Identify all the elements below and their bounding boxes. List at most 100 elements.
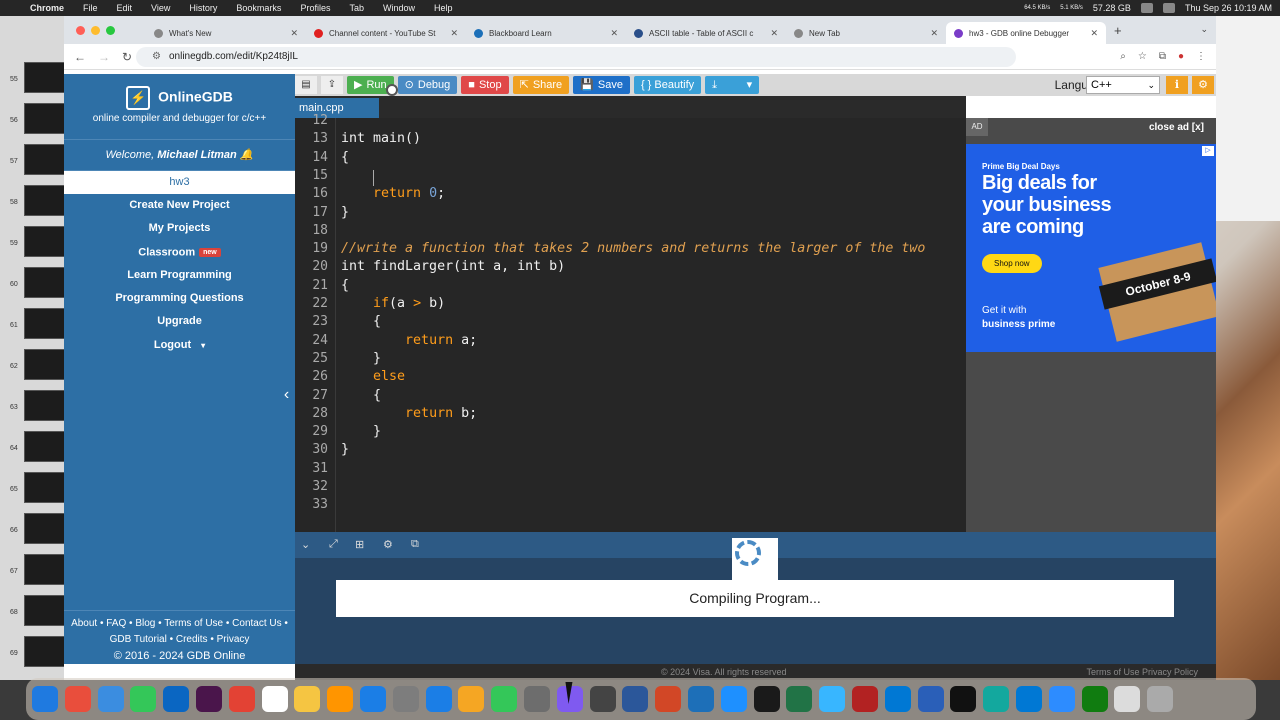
gdb-logo[interactable]: ⚡ OnlineGDB online compiler and debugger … <box>64 74 295 140</box>
sidebar-item-upgrade[interactable]: Upgrade <box>64 310 295 333</box>
site-info-icon[interactable]: ⚙ <box>152 51 161 62</box>
close-tab-icon[interactable]: ✕ <box>450 28 458 39</box>
collapse-console-icon[interactable]: ⌄ <box>301 538 310 551</box>
dock-app-icon[interactable] <box>458 686 485 712</box>
sidebar-item-create-new-project[interactable]: Create New Project <box>64 194 295 217</box>
beautify-button[interactable]: { } Beautify <box>633 76 702 94</box>
extensions-icon[interactable]: ⧉ <box>1159 51 1166 62</box>
settings-gear-icon[interactable]: ⚙ <box>1192 76 1214 94</box>
bell-icon[interactable]: 🔔 <box>240 149 254 161</box>
dock-app-icon[interactable] <box>1081 686 1108 712</box>
dock-app-icon[interactable] <box>425 686 452 712</box>
zoom-window-icon[interactable] <box>106 25 115 35</box>
zoom-icon[interactable]: ⌕ <box>1120 51 1126 62</box>
browser-tab[interactable]: ASCII table - Table of ASCII c ✕ <box>626 22 786 44</box>
footer-links-2[interactable]: GDB Tutorial • Credits • Privacy <box>64 632 295 648</box>
browser-tab[interactable]: Blackboard Learn ✕ <box>466 22 626 44</box>
download-button[interactable]: ⤓ ▾ <box>705 76 760 94</box>
footer-links-1[interactable]: About • FAQ • Blog • Terms of Use • Cont… <box>64 616 295 632</box>
upload-icon[interactable]: ⇪ <box>321 76 343 94</box>
dock-app-icon[interactable] <box>1015 686 1042 712</box>
dock-app-icon[interactable] <box>1147 686 1174 712</box>
expand-icon[interactable]: ⤢ <box>329 538 338 551</box>
menu-history[interactable]: History <box>189 3 217 13</box>
ad-banner[interactable]: ▷ Prime Big Deal Days Big deals for your… <box>966 144 1216 352</box>
dock-app-icon[interactable] <box>523 686 550 712</box>
app-menus[interactable]: Chrome File Edit View History Bookmarks Profil… <box>0 3 472 13</box>
url-input[interactable]: ⚙ onlinegdb.com/edit/Kp24t8jIL <box>136 46 1016 67</box>
share-button[interactable]: ⇱ Share <box>512 76 570 94</box>
menu-bookmarks[interactable]: Bookmarks <box>236 3 281 13</box>
copy-icon[interactable]: ⧉ <box>411 538 419 551</box>
datetime[interactable]: Thu Sep 26 10:19 AM <box>1185 3 1272 13</box>
close-tab-icon[interactable]: ✕ <box>610 28 618 39</box>
project-name[interactable]: hw3 <box>64 171 295 194</box>
code-editor[interactable]: 12 13 14 15 16 17 18 19 20 21 22 23 24 25 26 27 28 29 30 31… <box>295 113 966 532</box>
menu-tab[interactable]: Tab <box>349 3 364 13</box>
dock-app-icon[interactable] <box>130 686 157 712</box>
dock-app-icon[interactable] <box>97 686 124 712</box>
new-tab-button[interactable]: + <box>1114 23 1122 38</box>
reload-icon[interactable]: ↻ <box>122 50 136 64</box>
dock-app-icon[interactable] <box>32 686 58 712</box>
menu-file[interactable]: File <box>83 3 98 13</box>
dock-app-icon[interactable] <box>917 686 944 712</box>
close-tab-icon[interactable]: ✕ <box>290 28 298 39</box>
browser-tab[interactable]: New Tab ✕ <box>786 22 946 44</box>
dock-app-icon[interactable] <box>622 686 649 712</box>
sidebar-item-logout[interactable]: Logout ▾ <box>64 334 295 357</box>
menu-edit[interactable]: Edit <box>117 3 133 13</box>
dock-app-icon[interactable] <box>687 686 714 712</box>
dock-app-icon[interactable] <box>392 686 419 712</box>
battery-icon[interactable] <box>1162 3 1175 13</box>
console-settings-icon[interactable]: ⚙ <box>383 538 393 551</box>
sidebar-item-classroom[interactable]: Classroom new <box>64 241 295 264</box>
close-tab-icon[interactable]: ✕ <box>930 28 938 39</box>
dock-app-icon[interactable] <box>589 686 616 712</box>
username[interactable]: Michael Litman <box>157 149 236 161</box>
minimize-window-icon[interactable] <box>91 25 100 35</box>
menu-icon[interactable]: ⋮ <box>1196 51 1206 62</box>
sidebar-item-my-projects[interactable]: My Projects <box>64 217 295 240</box>
dock-app-icon[interactable] <box>261 686 288 712</box>
dock-app-icon[interactable] <box>753 686 780 712</box>
dock-app-icon[interactable] <box>64 686 91 712</box>
menu-profiles[interactable]: Profiles <box>300 3 330 13</box>
browser-tab[interactable]: Channel content - YouTube St ✕ <box>306 22 466 44</box>
layout-icon[interactable]: ⊞ <box>355 538 364 551</box>
close-tab-icon[interactable]: ✕ <box>1090 28 1098 39</box>
menu-chrome[interactable]: Chrome <box>30 3 64 13</box>
save-button[interactable]: 💾 Save <box>573 76 630 94</box>
profile-avatar[interactable]: ● <box>1178 51 1184 62</box>
dock-app-icon[interactable] <box>1114 686 1141 712</box>
dock-app-icon[interactable] <box>491 686 518 712</box>
dock-app-icon[interactable] <box>228 686 255 712</box>
dock-app-icon[interactable] <box>983 686 1010 712</box>
wifi-icon[interactable] <box>1140 3 1153 13</box>
dock-app-icon[interactable] <box>786 686 813 712</box>
dock-app-icon[interactable] <box>884 686 911 712</box>
close-tab-icon[interactable]: ✕ <box>770 28 778 39</box>
stop-button[interactable]: ■ Stop <box>461 76 509 94</box>
info-icon[interactable]: ℹ <box>1166 76 1188 94</box>
close-window-icon[interactable] <box>76 25 85 35</box>
dock-app-icon[interactable] <box>655 686 682 712</box>
dock-app-icon[interactable] <box>950 686 977 712</box>
dock-app-icon[interactable] <box>1048 686 1075 712</box>
window-controls[interactable] <box>64 25 146 35</box>
browser-tab[interactable]: hw3 - GDB online Debugger ✕ <box>946 22 1106 44</box>
dock-app-icon[interactable] <box>851 686 878 712</box>
menu-help[interactable]: Help <box>434 3 453 13</box>
bottom-links[interactable]: Terms of Use Privacy Policy <box>1086 667 1198 677</box>
forward-icon[interactable]: → <box>98 50 112 64</box>
dock-app-icon[interactable] <box>720 686 747 712</box>
tab-search-icon[interactable]: ⌄ <box>1200 24 1208 35</box>
sidebar-item-programming-questions[interactable]: Programming Questions <box>64 287 295 310</box>
menu-view[interactable]: View <box>151 3 170 13</box>
dock-app-icon[interactable] <box>327 686 354 712</box>
collapse-sidebar-button[interactable]: ‹ <box>278 371 295 419</box>
shop-now-button[interactable]: Shop now <box>982 254 1042 273</box>
back-icon[interactable]: ← <box>74 50 88 64</box>
menu-window[interactable]: Window <box>383 3 415 13</box>
dock-app-icon[interactable] <box>294 686 321 712</box>
